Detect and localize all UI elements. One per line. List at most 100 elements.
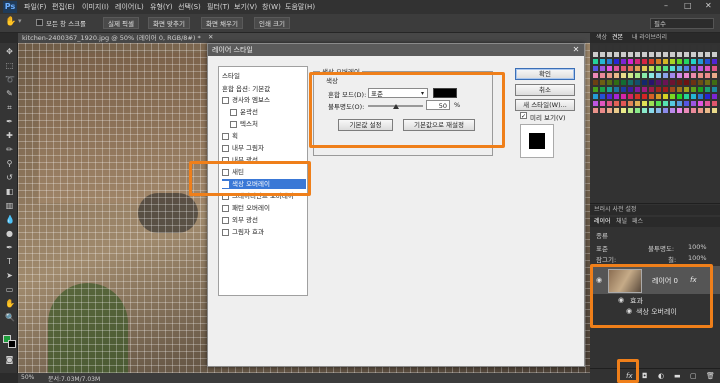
- swatch-cell[interactable]: [677, 66, 682, 71]
- swatch-cell[interactable]: [642, 108, 647, 113]
- preview-checkbox[interactable]: ✓: [520, 112, 527, 120]
- swatch-cell[interactable]: [684, 52, 689, 57]
- swatch-cell[interactable]: [635, 45, 640, 50]
- swatch-cell[interactable]: [663, 94, 668, 99]
- swatch-cell[interactable]: [677, 101, 682, 106]
- swatch-cell[interactable]: [705, 80, 710, 85]
- new-style-button[interactable]: 새 스타일(W)...: [515, 99, 575, 111]
- style-item-drop-shadow[interactable]: 그림자 효과: [222, 227, 306, 237]
- swatch-cell[interactable]: [635, 59, 640, 64]
- swatch-cell[interactable]: [670, 101, 675, 106]
- swatch-cell[interactable]: [614, 66, 619, 71]
- swatch-cell[interactable]: [621, 80, 626, 85]
- swatch-cell[interactable]: [670, 80, 675, 85]
- layer-blend-mode[interactable]: 표준: [596, 243, 608, 253]
- swatch-cell[interactable]: [649, 45, 654, 50]
- swatch-cell[interactable]: [642, 80, 647, 85]
- style-item-outer-glow[interactable]: 외부 광선: [222, 215, 306, 225]
- swatch-cell[interactable]: [698, 80, 703, 85]
- menu-layer[interactable]: 레이어(L): [115, 2, 144, 12]
- swatch-cell[interactable]: [614, 73, 619, 78]
- swatch-cell[interactable]: [628, 80, 633, 85]
- tab-channels[interactable]: 채널: [616, 217, 627, 227]
- swatch-cell[interactable]: [684, 59, 689, 64]
- swatch-cell[interactable]: [663, 80, 668, 85]
- swatch-cell[interactable]: [628, 87, 633, 92]
- swatch-cell[interactable]: [600, 94, 605, 99]
- history-brush-icon[interactable]: ↺: [5, 173, 14, 182]
- swatch-cell[interactable]: [656, 80, 661, 85]
- print-size-button[interactable]: 인쇄 크기: [254, 17, 290, 29]
- path-select-icon[interactable]: ➤: [5, 271, 14, 280]
- swatch-cell[interactable]: [691, 45, 696, 50]
- swatch-cell[interactable]: [670, 59, 675, 64]
- swatch-cell[interactable]: [607, 45, 612, 50]
- hand-tool-icon-2[interactable]: ✋: [5, 299, 15, 308]
- menu-file[interactable]: 파일(F): [24, 2, 46, 12]
- clone-stamp-icon[interactable]: ⚲: [5, 159, 14, 168]
- swatch-cell[interactable]: [698, 101, 703, 106]
- swatch-cell[interactable]: [712, 66, 717, 71]
- swatch-cell[interactable]: [684, 80, 689, 85]
- style-item-inner-shadow[interactable]: 내부 그림자: [222, 143, 306, 153]
- swatch-cell[interactable]: [656, 108, 661, 113]
- fit-screen-button[interactable]: 화면 맞추기: [148, 17, 190, 29]
- trash-icon[interactable]: 🗑: [706, 372, 715, 380]
- swatch-cell[interactable]: [656, 94, 661, 99]
- background-color-icon[interactable]: [8, 340, 16, 348]
- dialog-close-icon[interactable]: ✕: [571, 45, 581, 55]
- chevron-down-icon[interactable]: ▾: [18, 17, 22, 25]
- swatch-cell[interactable]: [656, 59, 661, 64]
- swatch-cell[interactable]: [656, 73, 661, 78]
- swatch-cell[interactable]: [614, 87, 619, 92]
- swatch-cell[interactable]: [712, 59, 717, 64]
- swatch-cell[interactable]: [684, 101, 689, 106]
- swatch-cell[interactable]: [600, 59, 605, 64]
- swatch-cell[interactable]: [691, 108, 696, 113]
- swatch-cell[interactable]: [621, 87, 626, 92]
- swatch-cell[interactable]: [635, 80, 640, 85]
- swatch-cell[interactable]: [600, 108, 605, 113]
- swatch-cell[interactable]: [628, 73, 633, 78]
- swatch-cell[interactable]: [670, 73, 675, 78]
- swatch-cell[interactable]: [670, 45, 675, 50]
- swatch-cell[interactable]: [712, 80, 717, 85]
- swatch-cell[interactable]: [684, 73, 689, 78]
- swatch-cell[interactable]: [600, 80, 605, 85]
- swatch-cell[interactable]: [607, 80, 612, 85]
- swatch-cell[interactable]: [593, 87, 598, 92]
- swatch-cell[interactable]: [656, 66, 661, 71]
- swatch-cell[interactable]: [656, 87, 661, 92]
- brush-tool-icon[interactable]: ✏: [5, 145, 14, 154]
- swatch-cell[interactable]: [663, 45, 668, 50]
- swatch-cell[interactable]: [614, 80, 619, 85]
- swatch-cell[interactable]: [698, 45, 703, 50]
- swatch-cell[interactable]: [705, 66, 710, 71]
- swatch-cell[interactable]: [614, 59, 619, 64]
- swatch-cell[interactable]: [628, 52, 633, 57]
- move-tool-icon[interactable]: ✥: [5, 47, 14, 56]
- dodge-tool-icon[interactable]: ●: [5, 229, 14, 238]
- swatches-grid[interactable]: [593, 45, 717, 125]
- menu-image[interactable]: 이미지(I): [82, 2, 109, 12]
- swatch-cell[interactable]: [705, 73, 710, 78]
- swatch-cell[interactable]: [621, 52, 626, 57]
- crop-tool-icon[interactable]: ⌗: [5, 103, 14, 112]
- swatch-cell[interactable]: [663, 73, 668, 78]
- swatch-cell[interactable]: [649, 66, 654, 71]
- swatch-cell[interactable]: [677, 87, 682, 92]
- swatch-cell[interactable]: [600, 66, 605, 71]
- menu-edit[interactable]: 편집(E): [52, 2, 75, 12]
- kind-filter[interactable]: 종류: [596, 230, 608, 240]
- swatch-cell[interactable]: [677, 52, 682, 57]
- checkbox[interactable]: [222, 132, 229, 140]
- swatch-cell[interactable]: [628, 101, 633, 106]
- swatch-cell[interactable]: [712, 101, 717, 106]
- swatch-cell[interactable]: [677, 59, 682, 64]
- checkbox[interactable]: [230, 120, 237, 128]
- swatch-cell[interactable]: [593, 52, 598, 57]
- swatch-cell[interactable]: [698, 73, 703, 78]
- blur-tool-icon[interactable]: 💧: [5, 215, 15, 224]
- swatch-cell[interactable]: [614, 45, 619, 50]
- swatch-cell[interactable]: [635, 73, 640, 78]
